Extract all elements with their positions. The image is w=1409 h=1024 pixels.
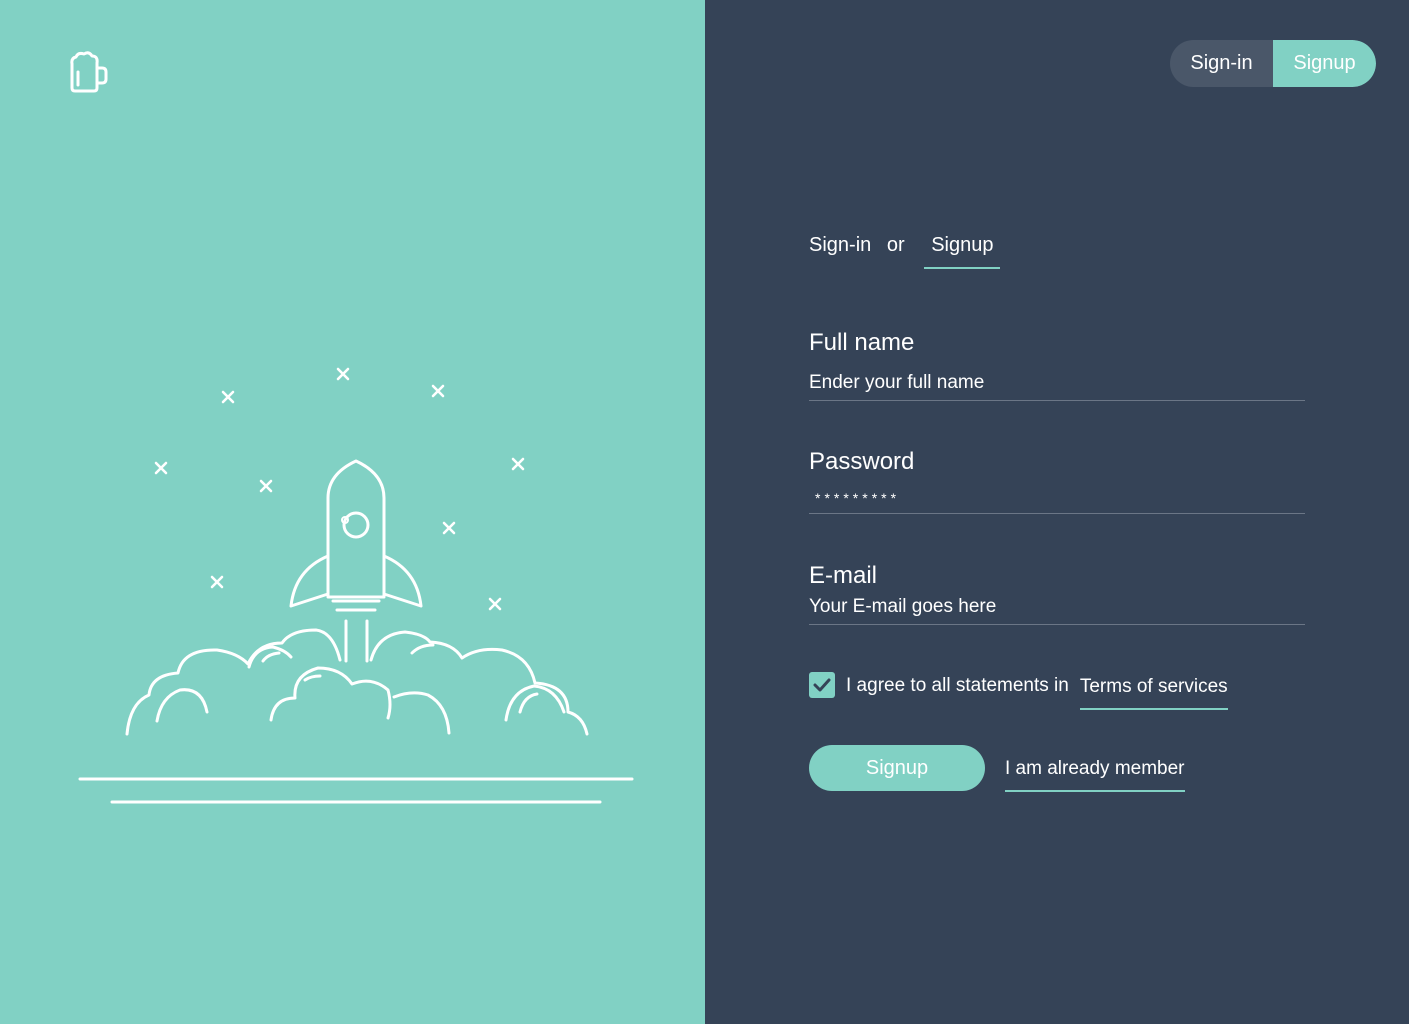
- agree-text: I agree to all statements in: [846, 675, 1069, 696]
- email-input[interactable]: [809, 596, 1305, 625]
- password-label: Password: [809, 448, 915, 475]
- email-field: E-mail: [809, 562, 1305, 625]
- email-label: E-mail: [809, 562, 878, 589]
- full-name-label: Full name: [809, 329, 915, 356]
- agree-checkbox[interactable]: [809, 672, 835, 698]
- password-input[interactable]: *********: [809, 490, 1305, 514]
- switch-signin-link[interactable]: Sign-in: [809, 234, 871, 257]
- form-panel: Sign-in Signup Sign-in or Signup Full na…: [705, 0, 1409, 1024]
- rocket-launch-illustration: [78, 367, 634, 804]
- signup-button[interactable]: Signup: [809, 745, 985, 791]
- checkmark-icon: [813, 678, 831, 692]
- switch-or-text: or: [886, 234, 905, 256]
- switch-signup-tab[interactable]: Signup: [924, 234, 1001, 269]
- already-member-link[interactable]: I am already member: [1005, 758, 1185, 792]
- auth-toggle: Sign-in Signup: [1170, 40, 1376, 87]
- full-name-input[interactable]: [809, 372, 1305, 401]
- toggle-signup-button[interactable]: Signup: [1273, 40, 1376, 87]
- toggle-signin-button[interactable]: Sign-in: [1170, 40, 1273, 87]
- star-icon: [154, 367, 525, 611]
- terms-agreement: I agree to all statements in Terms of se…: [809, 672, 1228, 710]
- terms-link[interactable]: Terms of services: [1079, 676, 1228, 710]
- form-switch: Sign-in or Signup: [809, 234, 1001, 269]
- smoke-clouds: [125, 628, 589, 736]
- illustration-panel: [0, 0, 705, 1024]
- password-field: Password *********: [809, 448, 1305, 514]
- full-name-field: Full name: [809, 329, 1305, 401]
- ground-lines: [78, 777, 634, 804]
